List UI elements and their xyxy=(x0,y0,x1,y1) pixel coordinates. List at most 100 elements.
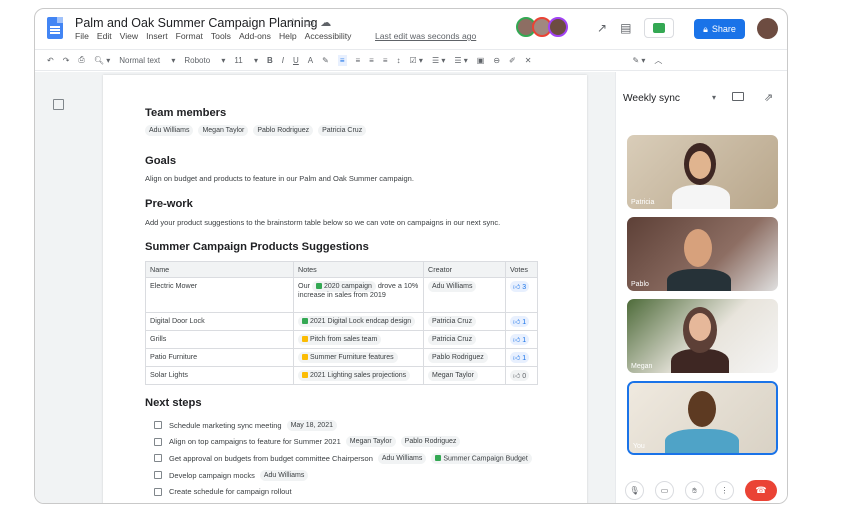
last-edit-link[interactable]: Last edit was seconds ago xyxy=(375,31,476,41)
italic-icon[interactable]: I xyxy=(282,56,284,65)
open-external-icon[interactable]: ⇗ xyxy=(764,91,773,104)
account-avatar[interactable] xyxy=(757,18,778,39)
participant-tile-you[interactable]: You xyxy=(627,381,778,455)
person-chip[interactable]: Patricia Cruz xyxy=(318,125,367,136)
vote-chip[interactable]: 👍︎ 1 xyxy=(510,316,530,327)
menu-format[interactable]: Format xyxy=(176,31,203,41)
person-chip[interactable]: Adu Williams xyxy=(377,452,427,464)
vote-chip[interactable]: 👍︎ 3 xyxy=(510,281,530,292)
person-chip[interactable]: Megan Taylor xyxy=(345,436,396,448)
person-chip[interactable]: Pablo Rodriguez xyxy=(428,352,488,363)
menu-tools[interactable]: Tools xyxy=(211,31,231,41)
font-size-select[interactable]: 11 ▾ xyxy=(234,56,258,65)
menu-file[interactable]: File xyxy=(75,31,89,41)
checklist-item: Create schedule for campaign rollout xyxy=(154,483,532,500)
redo-icon[interactable]: ↷ xyxy=(63,56,70,65)
menu-view[interactable]: View xyxy=(120,31,138,41)
file-chip[interactable]: Summer Furniture features xyxy=(298,352,398,363)
vote-chip[interactable]: 👍︎ 1 xyxy=(510,352,530,363)
docs-logo-icon[interactable] xyxy=(47,17,63,39)
move-folder-icon[interactable]: ▭ xyxy=(304,16,314,29)
participant-face xyxy=(689,151,711,179)
activity-trend-icon[interactable]: ↗ xyxy=(597,21,607,35)
participant-tile-patricia[interactable]: Patricia xyxy=(627,135,778,209)
menu-insert[interactable]: Insert xyxy=(146,31,168,41)
menu-help[interactable]: Help xyxy=(279,31,297,41)
collapse-chevron-icon[interactable]: ︿ xyxy=(654,55,662,66)
menu-accessibility[interactable]: Accessibility xyxy=(305,31,352,41)
file-chip[interactable]: Summer Campaign Budget xyxy=(431,452,532,465)
clear-format-icon[interactable]: ✕ xyxy=(525,56,532,65)
menu-edit[interactable]: Edit xyxy=(97,31,112,41)
document-title[interactable]: Palm and Oak Summer Campaign Planning xyxy=(75,16,317,30)
menu-add-ons[interactable]: Add-ons xyxy=(239,31,271,41)
person-chip[interactable]: Pablo Rodriguez xyxy=(253,125,314,136)
vote-chip[interactable]: 👍︎ 0 xyxy=(510,370,530,381)
participant-tile-pablo[interactable]: Pablo xyxy=(627,217,778,291)
link-icon[interactable]: ⊖ xyxy=(493,56,500,65)
checkbox[interactable] xyxy=(154,487,162,496)
meet-button[interactable] xyxy=(644,18,675,38)
microphone-icon[interactable]: 🎙︎ xyxy=(625,481,644,500)
highlight-icon[interactable]: ✎ xyxy=(322,56,329,65)
bullet-list-icon[interactable]: ☰ ▾ xyxy=(432,56,445,65)
style-select[interactable]: Normal text ▾ xyxy=(119,56,175,65)
person-chip[interactable]: Adu Williams xyxy=(428,281,477,292)
end-call-button[interactable]: ☎︎ xyxy=(745,480,777,501)
checklist-text: Schedule marketing sync meeting xyxy=(169,420,282,430)
undo-icon[interactable]: ↶ xyxy=(47,56,54,65)
align-center-icon[interactable]: ≡ xyxy=(356,56,361,65)
share-button[interactable]: 🔒︎ Share xyxy=(694,19,745,39)
justify-icon[interactable]: ≡ xyxy=(383,56,388,65)
file-chip[interactable]: 2021 Lighting sales projections xyxy=(298,370,411,381)
print-icon[interactable]: ⎙ xyxy=(78,55,84,65)
table-heading: Summer Campaign Products Suggestions xyxy=(145,241,369,253)
align-left-icon[interactable]: ≡ xyxy=(337,54,347,66)
person-chip[interactable]: Adu Williams xyxy=(259,469,309,481)
table-row: Solar Lights 2021 Lighting sales project… xyxy=(145,366,538,385)
more-options-icon[interactable]: ⋮ xyxy=(715,481,734,500)
vote-chip[interactable]: 👍︎ 1 xyxy=(510,334,530,345)
table-row: Patio Furniture Summer Furniture feature… xyxy=(145,348,538,367)
meet-icon xyxy=(653,23,666,33)
slides-icon xyxy=(302,335,308,342)
cloud-status-icon[interactable]: ☁ xyxy=(320,16,331,29)
product-name: Grills xyxy=(145,330,294,349)
checkbox[interactable] xyxy=(154,471,162,480)
chevron-down-icon[interactable]: ▾ xyxy=(712,93,716,102)
participant-tile-megan[interactable]: Megan xyxy=(627,299,778,373)
person-chip[interactable]: Pablo Rodriguez xyxy=(400,436,461,448)
file-chip[interactable]: Pitch from sales team xyxy=(298,334,382,345)
person-chip[interactable]: Patricia Cruz xyxy=(428,334,477,345)
checkbox[interactable] xyxy=(154,454,162,463)
product-creator: Adu Williams xyxy=(423,277,506,313)
document-page[interactable]: Team members Adu Williams Megan Taylor P… xyxy=(103,75,587,503)
checkbox[interactable] xyxy=(154,421,162,430)
file-chip[interactable]: 2021 Digital Lock endcap design xyxy=(298,316,416,327)
outline-icon[interactable] xyxy=(53,99,64,110)
person-chip[interactable]: Megan Taylor xyxy=(428,370,478,381)
person-chip[interactable]: Megan Taylor xyxy=(198,125,249,136)
editing-mode-icon[interactable]: ✎ ▾ xyxy=(632,56,645,65)
person-chip[interactable]: Patricia Cruz xyxy=(428,316,477,327)
zoom-icon[interactable]: 🔍︎ ▾ xyxy=(94,56,110,65)
camera-icon[interactable]: ▭ xyxy=(655,481,674,500)
line-spacing-icon[interactable]: ↕ xyxy=(397,56,401,65)
avatar[interactable] xyxy=(548,17,568,37)
bold-icon[interactable]: B xyxy=(267,56,273,65)
picture-in-picture-icon[interactable] xyxy=(732,92,744,101)
align-right-icon[interactable]: ≡ xyxy=(369,56,374,65)
format-paint-icon[interactable]: ✐ xyxy=(509,56,516,65)
star-icon[interactable]: ☆ xyxy=(288,16,298,29)
raise-hand-icon[interactable]: ✋︎ xyxy=(685,481,704,500)
checkbox[interactable] xyxy=(154,437,162,446)
checklist-icon[interactable]: ☑ ▾ xyxy=(410,56,423,65)
date-chip[interactable]: May 18, 2021 xyxy=(286,419,337,431)
comment-icon[interactable]: ▤ xyxy=(620,21,631,35)
person-chip[interactable]: Adu Williams xyxy=(145,125,194,136)
text-color-icon[interactable]: A xyxy=(308,56,313,65)
font-select[interactable]: Roboto ▾ xyxy=(184,56,225,65)
underline-icon[interactable]: U xyxy=(293,56,299,65)
image-icon[interactable]: ▣ xyxy=(477,56,485,65)
numbered-list-icon[interactable]: ☰ ▾ xyxy=(454,56,467,65)
